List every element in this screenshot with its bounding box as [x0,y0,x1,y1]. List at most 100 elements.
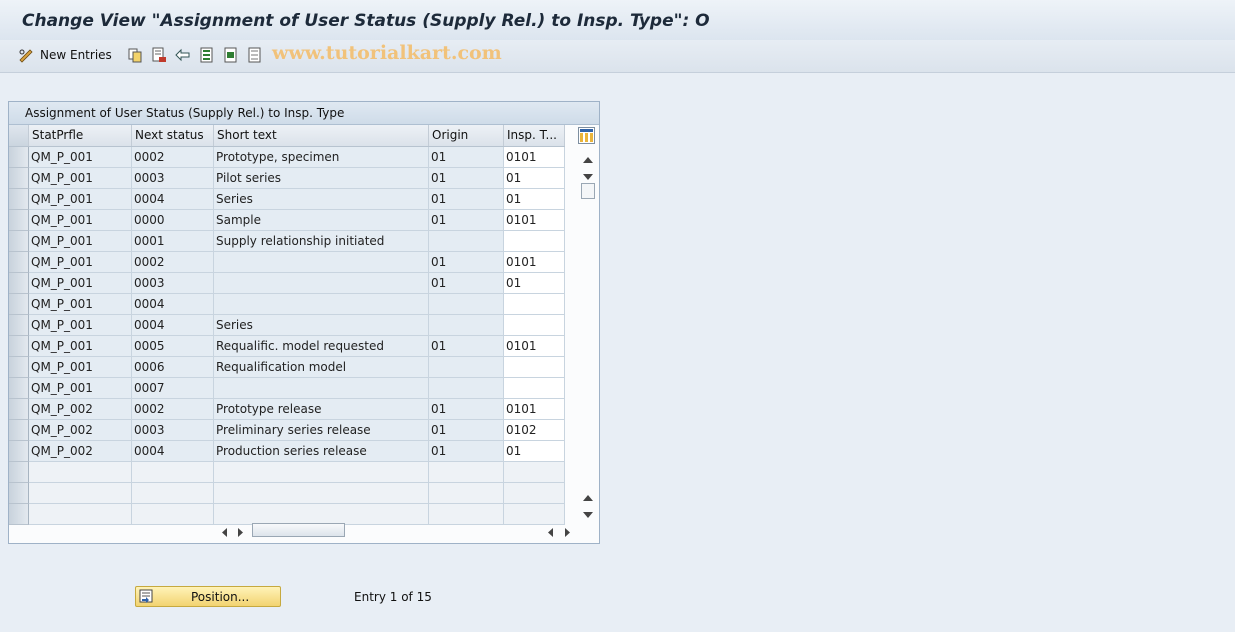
cell-insp-type[interactable]: 01 [504,168,565,189]
cell-origin [429,483,504,504]
table-row: QM_P_002 0004 Production series release 01 0… [9,441,565,462]
cell-origin [429,315,504,336]
scroll-up-arrow-icon[interactable] [583,153,593,167]
row-selector[interactable] [9,483,29,504]
select-all-rows-corner[interactable] [9,125,29,146]
cell-statprfle: QM_P_002 [29,420,132,441]
cell-next-status: 0006 [132,357,214,378]
table-row: QM_P_001 0006 Requalification model [9,357,565,378]
cell-statprfle: QM_P_001 [29,147,132,168]
row-selector[interactable] [9,378,29,399]
table-row: QM_P_001 0004 Series 01 01 [9,189,565,210]
cell-next-status: 0004 [132,189,214,210]
cell-short-text [214,252,429,273]
cell-next-status: 0002 [132,147,214,168]
column-header-origin[interactable]: Origin [429,125,504,146]
cell-statprfle: QM_P_001 [29,189,132,210]
table-row: QM_P_001 0003 01 01 [9,273,565,294]
cell-insp-type[interactable]: 0101 [504,147,565,168]
row-selector[interactable] [9,420,29,441]
page-up-arrow-icon[interactable] [583,491,593,505]
column-header-next-status[interactable]: Next status [132,125,214,146]
row-selector[interactable] [9,231,29,252]
cell-short-text: Requalific. model requested [214,336,429,357]
table-row: QM_P_002 0002 Prototype release 01 0101 [9,399,565,420]
row-selector[interactable] [9,294,29,315]
row-selector[interactable] [9,147,29,168]
row-selector[interactable] [9,399,29,420]
new-entries-label: New Entries [40,48,112,62]
cell-next-status: 0005 [132,336,214,357]
select-all-icon [199,47,215,63]
row-selector[interactable] [9,441,29,462]
row-selector[interactable] [9,273,29,294]
cell-insp-type[interactable]: 0102 [504,420,565,441]
row-selector[interactable] [9,168,29,189]
row-selector[interactable] [9,210,29,231]
select-block-button[interactable] [223,46,239,64]
row-selector[interactable] [9,315,29,336]
vertical-scrollbar[interactable] [578,125,598,520]
horizontal-scroll-thumb[interactable] [252,523,345,537]
cell-origin: 01 [429,147,504,168]
row-selector[interactable] [9,462,29,483]
cell-insp-type[interactable] [504,231,565,252]
delete-button[interactable] [151,46,167,64]
cell-insp-type[interactable] [504,378,565,399]
row-selector[interactable] [9,336,29,357]
cell-statprfle [29,483,132,504]
cell-statprfle: QM_P_001 [29,294,132,315]
new-entries-button[interactable]: New Entries [18,46,112,64]
cell-insp-type[interactable] [504,462,565,483]
position-icon [139,589,153,606]
cell-next-status: 0002 [132,399,214,420]
table-row-empty [9,462,565,483]
cell-origin: 01 [429,441,504,462]
column-header-short-text[interactable]: Short text [214,125,429,146]
cell-short-text [214,378,429,399]
select-all-button[interactable] [199,46,215,64]
scroll-right-arrow-icon[interactable] [237,526,244,540]
cell-insp-type[interactable]: 0101 [504,336,565,357]
page-down-arrow-icon[interactable] [583,508,593,522]
deselect-all-button[interactable] [247,46,263,64]
cell-insp-type[interactable]: 0101 [504,210,565,231]
position-button[interactable]: Position... [135,586,281,607]
undo-button[interactable] [175,46,191,64]
cell-short-text: Sample [214,210,429,231]
cell-origin: 01 [429,336,504,357]
row-selector[interactable] [9,252,29,273]
cell-short-text [214,273,429,294]
horizontal-scrollbar[interactable] [214,522,570,540]
position-button-label: Position... [191,590,250,604]
table-settings-icon[interactable] [578,127,595,144]
table-row: QM_P_001 0001 Supply relationship initiate… [9,231,565,252]
cell-next-status: 0004 [132,315,214,336]
table-row: QM_P_001 0002 01 0101 [9,252,565,273]
cell-insp-type[interactable]: 01 [504,441,565,462]
cell-insp-type[interactable] [504,357,565,378]
cell-insp-type[interactable] [504,483,565,504]
cell-insp-type[interactable]: 01 [504,273,565,294]
copy-button[interactable] [127,46,143,64]
cell-insp-type[interactable]: 01 [504,189,565,210]
cell-origin [429,231,504,252]
cell-short-text: Prototype, specimen [214,147,429,168]
row-selector[interactable] [9,189,29,210]
column-header-insp-type[interactable]: Insp. T... [504,125,565,146]
cell-insp-type[interactable] [504,294,565,315]
scroll-left-arrow-icon[interactable] [221,526,228,540]
cell-insp-type[interactable]: 0101 [504,252,565,273]
cell-insp-type[interactable] [504,315,565,336]
cell-insp-type[interactable]: 0101 [504,399,565,420]
column-header-statprfle[interactable]: StatPrfle [29,125,132,146]
scroll-thumb[interactable] [581,183,595,199]
watermark: www.tutorialkart.com [272,42,502,64]
row-selector[interactable] [9,357,29,378]
row-selector[interactable] [9,504,29,525]
scroll-far-left-arrow-icon[interactable] [547,526,554,540]
scroll-down-arrow-icon[interactable] [583,170,593,184]
scroll-far-right-arrow-icon[interactable] [564,526,571,540]
application-toolbar: New Entries www.tutorialkart.com [0,40,1235,73]
cell-next-status: 0007 [132,378,214,399]
